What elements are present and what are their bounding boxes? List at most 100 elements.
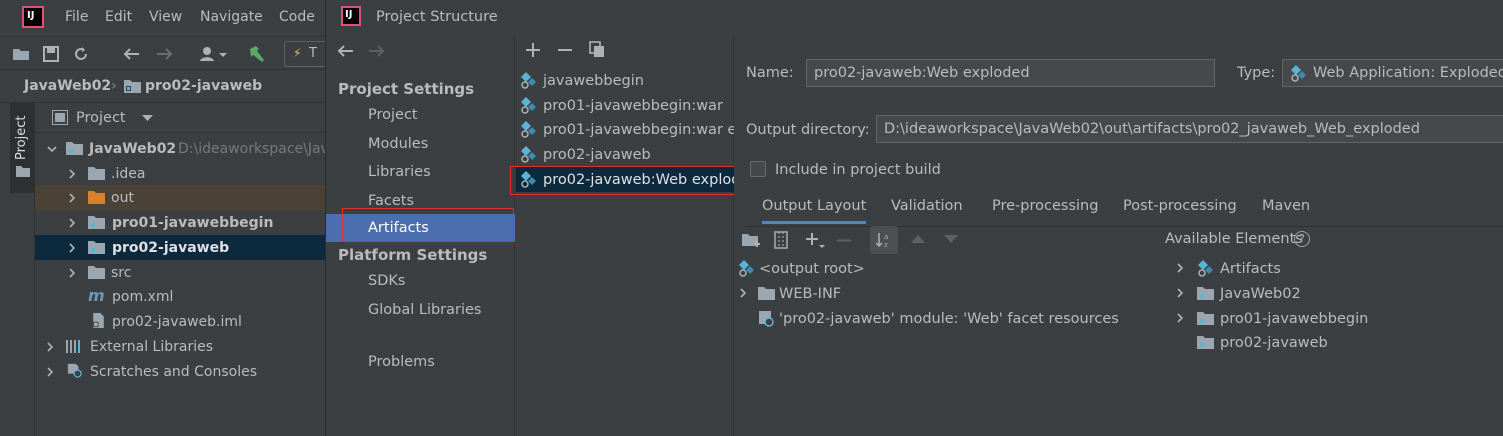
type-dropdown[interactable]: Web Application: Exploded xyxy=(1282,59,1503,87)
add-icon[interactable] xyxy=(526,43,540,57)
nav-item-artifacts[interactable]: Artifacts xyxy=(326,214,515,242)
module-folder-icon xyxy=(1197,312,1214,325)
available-row-pro02-javaweb[interactable]: pro02-javaweb xyxy=(1165,330,1495,355)
layout-row-web-inf[interactable]: WEB-INF xyxy=(734,281,1154,306)
user-dropdown-icon[interactable] xyxy=(197,43,231,65)
layout-row-output-root[interactable]: <output root> xyxy=(734,256,1154,281)
artifact-item[interactable]: pro02-javaweb xyxy=(516,142,734,167)
tree-row-javaweb02[interactable]: JavaWeb02 D:\ideaworkspace\Jav xyxy=(35,136,329,161)
chevron-down-icon[interactable] xyxy=(142,115,153,122)
breadcrumb: JavaWeb02 › pro02-javaweb xyxy=(0,70,325,103)
artifact-item[interactable]: pro01-javawebbegin:war exp xyxy=(516,117,734,142)
available-row-pro01-javawebbegin[interactable]: pro01-javawebbegin xyxy=(1165,306,1495,331)
output-directory-field[interactable]: D:\ideaworkspace\JavaWeb02\out\artifacts… xyxy=(876,115,1503,143)
breadcrumb-project[interactable]: JavaWeb02 xyxy=(24,78,111,94)
layout-row-facet-resources[interactable]: 'pro02-javaweb' module: 'Web' facet reso… xyxy=(734,306,1154,331)
tree-label: .idea xyxy=(111,165,146,182)
menu-edit[interactable]: Edit xyxy=(105,9,132,25)
menu-view[interactable]: View xyxy=(149,9,182,25)
open-folder-icon[interactable] xyxy=(10,43,32,65)
menu-navigate[interactable]: Navigate xyxy=(200,9,263,25)
sort-az-icon[interactable]: az xyxy=(870,226,898,254)
artifact-item[interactable]: javawebbegin xyxy=(516,68,734,93)
tree-label: JavaWeb02 xyxy=(89,140,177,157)
chevron-right-icon[interactable] xyxy=(1174,262,1186,274)
tree-row-pro01-javawebbegin[interactable]: pro01-javawebbegin xyxy=(35,210,325,235)
forward-arrow-icon[interactable] xyxy=(368,44,386,58)
module-folder-icon xyxy=(88,216,105,229)
tree-row-out[interactable]: out xyxy=(35,185,325,210)
chevron-right-icon[interactable] xyxy=(44,366,56,378)
include-in-build-checkbox[interactable] xyxy=(750,161,766,177)
available-label: JavaWeb02 xyxy=(1220,285,1301,302)
available-row-artifacts[interactable]: Artifacts xyxy=(1165,256,1495,281)
tab-post-processing[interactable]: Post-processing xyxy=(1123,198,1237,214)
chevron-right-icon[interactable] xyxy=(1174,312,1186,324)
archive-icon[interactable] xyxy=(774,231,788,249)
back-arrow-icon[interactable] xyxy=(336,44,354,58)
sync-icon[interactable] xyxy=(70,43,92,65)
new-folder-icon[interactable] xyxy=(742,232,762,248)
nav-item-project[interactable]: Project xyxy=(326,101,515,129)
artifact-item-selected[interactable]: pro02-javaweb:Web explode xyxy=(516,167,734,192)
menu-code[interactable]: Code xyxy=(279,9,315,25)
tab-validation[interactable]: Validation xyxy=(891,198,963,214)
nav-item-sdks[interactable]: SDKs xyxy=(326,267,515,295)
move-up-icon[interactable] xyxy=(911,235,925,243)
tab-output-layout[interactable]: Output Layout xyxy=(762,198,867,224)
include-in-build-label[interactable]: Include in project build xyxy=(775,162,941,178)
chevron-right-icon[interactable] xyxy=(44,341,56,353)
move-down-icon[interactable] xyxy=(944,235,958,243)
chevron-right-icon[interactable] xyxy=(66,217,78,229)
project-tool-tab[interactable]: Project xyxy=(10,103,35,193)
name-label: Name: xyxy=(746,65,794,81)
chevron-right-icon[interactable] xyxy=(66,168,78,180)
chevron-right-icon[interactable] xyxy=(66,242,78,254)
tab-maven[interactable]: Maven xyxy=(1262,198,1310,214)
build-hammer-icon[interactable] xyxy=(246,43,268,65)
back-arrow-icon[interactable] xyxy=(120,43,142,65)
help-icon[interactable]: ? xyxy=(1294,231,1310,247)
nav-item-modules[interactable]: Modules xyxy=(326,130,515,158)
chevron-right-icon[interactable] xyxy=(66,192,78,204)
folder-icon xyxy=(16,166,30,177)
chevron-right-icon[interactable] xyxy=(737,287,749,299)
breadcrumb-module[interactable]: pro02-javaweb xyxy=(145,78,262,94)
tree-row-pom-xml[interactable]: m pom.xml xyxy=(35,284,325,309)
tree-row-scratches[interactable]: Scratches and Consoles xyxy=(35,359,325,384)
svg-text:a: a xyxy=(884,233,888,241)
artifact-label: javawebbegin xyxy=(543,72,644,89)
chevron-right-icon[interactable] xyxy=(1174,287,1186,299)
chevron-down-icon[interactable] xyxy=(46,143,58,155)
remove-element-icon[interactable] xyxy=(837,239,851,242)
forward-arrow-icon[interactable] xyxy=(154,43,176,65)
tree-row-idea[interactable]: .idea xyxy=(35,161,325,186)
chevron-right-icon[interactable] xyxy=(66,267,78,279)
nav-item-libraries[interactable]: Libraries xyxy=(326,158,515,186)
nav-item-facets[interactable]: Facets xyxy=(326,187,515,215)
run-config-selector[interactable]: ⚡ T xyxy=(284,41,325,67)
tree-row-pro02-javaweb[interactable]: pro02-javaweb xyxy=(35,235,325,260)
tab-pre-processing[interactable]: Pre-processing xyxy=(992,198,1098,214)
remove-icon[interactable] xyxy=(558,43,572,57)
artifacts-list-panel: javawebbegin pro01-javawebbegin:war pro0… xyxy=(510,36,753,436)
ide-toolbar: ⚡ T xyxy=(0,36,325,70)
available-row-javaweb02[interactable]: JavaWeb02 xyxy=(1165,281,1495,306)
menu-file[interactable]: File xyxy=(65,9,88,25)
project-view-label[interactable]: Project xyxy=(76,110,126,126)
artifact-icon xyxy=(521,146,536,163)
project-view-icon xyxy=(52,110,68,125)
tree-row-iml[interactable]: pro02-javaweb.iml xyxy=(35,309,325,334)
tree-row-external-libraries[interactable]: External Libraries xyxy=(35,334,325,359)
tree-label: Scratches and Consoles xyxy=(90,363,257,380)
nav-item-global-libraries[interactable]: Global Libraries xyxy=(326,296,515,324)
name-field[interactable]: pro02-javaweb:Web exploded xyxy=(806,59,1215,87)
nav-item-problems[interactable]: Problems xyxy=(326,348,515,376)
artifact-icon xyxy=(521,171,536,188)
add-element-icon[interactable] xyxy=(805,231,825,249)
copy-icon[interactable] xyxy=(589,41,605,58)
tree-row-src[interactable]: src xyxy=(35,260,325,285)
artifact-item[interactable]: pro01-javawebbegin:war xyxy=(516,93,734,118)
module-folder-icon xyxy=(1197,287,1214,300)
save-icon[interactable] xyxy=(40,43,62,65)
